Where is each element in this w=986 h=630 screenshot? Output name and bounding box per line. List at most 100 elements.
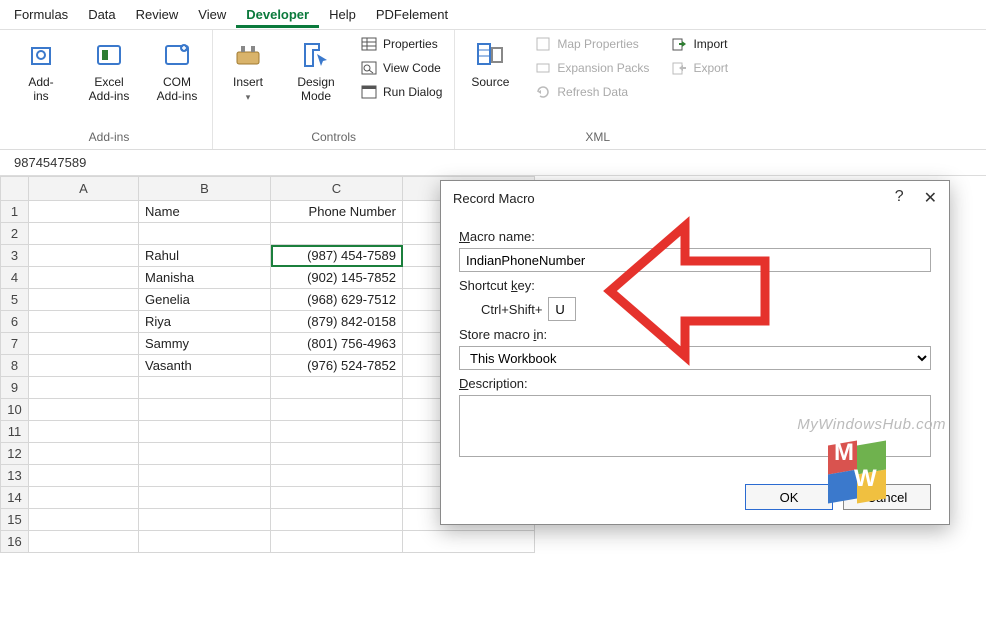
cell-C8[interactable]: (976) 524-7852 (271, 355, 403, 377)
import-button[interactable]: Import (667, 34, 732, 54)
cell-A7[interactable] (29, 333, 139, 355)
menu-data[interactable]: Data (78, 1, 125, 28)
cell-A13[interactable] (29, 465, 139, 487)
row-header-8[interactable]: 8 (1, 355, 29, 377)
map-properties-button[interactable]: Map Properties (531, 34, 653, 54)
row-header-5[interactable]: 5 (1, 289, 29, 311)
cell-C5[interactable]: (968) 629-7512 (271, 289, 403, 311)
cell-A10[interactable] (29, 399, 139, 421)
col-header-A[interactable]: A (29, 177, 139, 201)
cell-A16[interactable] (29, 531, 139, 553)
cell-C10[interactable] (271, 399, 403, 421)
cell-B15[interactable] (139, 509, 271, 531)
properties-button[interactable]: Properties (357, 34, 446, 54)
close-icon[interactable]: ✕ (924, 188, 937, 208)
store-macro-select[interactable]: This Workbook (459, 346, 931, 370)
cell-C14[interactable] (271, 487, 403, 509)
cell-A2[interactable] (29, 223, 139, 245)
row-header-14[interactable]: 14 (1, 487, 29, 509)
col-header-B[interactable]: B (139, 177, 271, 201)
source-button[interactable]: Source (463, 34, 517, 90)
formula-bar[interactable]: 9874547589 (0, 150, 986, 176)
row-header-7[interactable]: 7 (1, 333, 29, 355)
cell-B6[interactable]: Riya (139, 311, 271, 333)
cell-C16[interactable] (271, 531, 403, 553)
cell-C9[interactable] (271, 377, 403, 399)
cell-B12[interactable] (139, 443, 271, 465)
cell-C7[interactable]: (801) 756-4963 (271, 333, 403, 355)
row-header-12[interactable]: 12 (1, 443, 29, 465)
dialog-title: Record Macro (453, 191, 535, 206)
cell-C11[interactable] (271, 421, 403, 443)
cell-C13[interactable] (271, 465, 403, 487)
cell-B9[interactable] (139, 377, 271, 399)
refresh-icon (535, 84, 551, 100)
menu-developer[interactable]: Developer (236, 1, 319, 28)
col-header-C[interactable]: C (271, 177, 403, 201)
cell-C2[interactable] (271, 223, 403, 245)
cell-A6[interactable] (29, 311, 139, 333)
cell-C1[interactable]: Phone Number (271, 201, 403, 223)
cell-C15[interactable] (271, 509, 403, 531)
cell-B14[interactable] (139, 487, 271, 509)
label: Expansion Packs (557, 61, 649, 75)
row-header-4[interactable]: 4 (1, 267, 29, 289)
excel-add-ins-button[interactable]: ExcelAdd-ins (82, 34, 136, 104)
com-add-ins-button[interactable]: COMAdd-ins (150, 34, 204, 104)
cell-B2[interactable] (139, 223, 271, 245)
cell-B16[interactable] (139, 531, 271, 553)
cell-A3[interactable] (29, 245, 139, 267)
select-all-corner[interactable] (1, 177, 29, 201)
cell-A4[interactable] (29, 267, 139, 289)
ok-button[interactable]: OK (745, 484, 833, 510)
insert-button[interactable]: Insert▾ (221, 34, 275, 104)
cell-B13[interactable] (139, 465, 271, 487)
row-header-13[interactable]: 13 (1, 465, 29, 487)
cell-B5[interactable]: Genelia (139, 289, 271, 311)
menu-review[interactable]: Review (126, 1, 189, 28)
cell-A12[interactable] (29, 443, 139, 465)
cell-A1[interactable] (29, 201, 139, 223)
cell-B4[interactable]: Manisha (139, 267, 271, 289)
design-mode-button[interactable]: DesignMode (289, 34, 343, 104)
cell-A9[interactable] (29, 377, 139, 399)
cell-A15[interactable] (29, 509, 139, 531)
macro-name-input[interactable] (459, 248, 931, 272)
cell-B3[interactable]: Rahul (139, 245, 271, 267)
cell-B11[interactable] (139, 421, 271, 443)
cell-B8[interactable]: Vasanth (139, 355, 271, 377)
export-button[interactable]: Export (667, 58, 732, 78)
menu-pdfelement[interactable]: PDFelement (366, 1, 458, 28)
cell-B1[interactable]: Name (139, 201, 271, 223)
menu-help[interactable]: Help (319, 1, 366, 28)
cell-A14[interactable] (29, 487, 139, 509)
cell-B7[interactable]: Sammy (139, 333, 271, 355)
cell-B10[interactable] (139, 399, 271, 421)
row-header-15[interactable]: 15 (1, 509, 29, 531)
row-header-16[interactable]: 16 (1, 531, 29, 553)
view-code-button[interactable]: View Code (357, 58, 446, 78)
shortcut-key-input[interactable] (548, 297, 576, 321)
cell-A11[interactable] (29, 421, 139, 443)
cell-C6[interactable]: (879) 842-0158 (271, 311, 403, 333)
row-header-9[interactable]: 9 (1, 377, 29, 399)
add-ins-button[interactable]: Add-ins (14, 34, 68, 104)
cell-C3[interactable]: (987) 454-7589 (271, 245, 403, 267)
cell-A5[interactable] (29, 289, 139, 311)
row-header-1[interactable]: 1 (1, 201, 29, 223)
cell-C4[interactable]: (902) 145-7852 (271, 267, 403, 289)
row-header-3[interactable]: 3 (1, 245, 29, 267)
cell-A8[interactable] (29, 355, 139, 377)
help-icon[interactable]: ? (895, 188, 904, 208)
row-header-6[interactable]: 6 (1, 311, 29, 333)
run-dialog-button[interactable]: Run Dialog (357, 82, 446, 102)
cell-D16[interactable] (403, 531, 535, 553)
row-header-10[interactable]: 10 (1, 399, 29, 421)
row-header-2[interactable]: 2 (1, 223, 29, 245)
refresh-data-button[interactable]: Refresh Data (531, 82, 653, 102)
menu-view[interactable]: View (188, 1, 236, 28)
cell-C12[interactable] (271, 443, 403, 465)
expansion-packs-button[interactable]: Expansion Packs (531, 58, 653, 78)
menu-formulas[interactable]: Formulas (4, 1, 78, 28)
row-header-11[interactable]: 11 (1, 421, 29, 443)
